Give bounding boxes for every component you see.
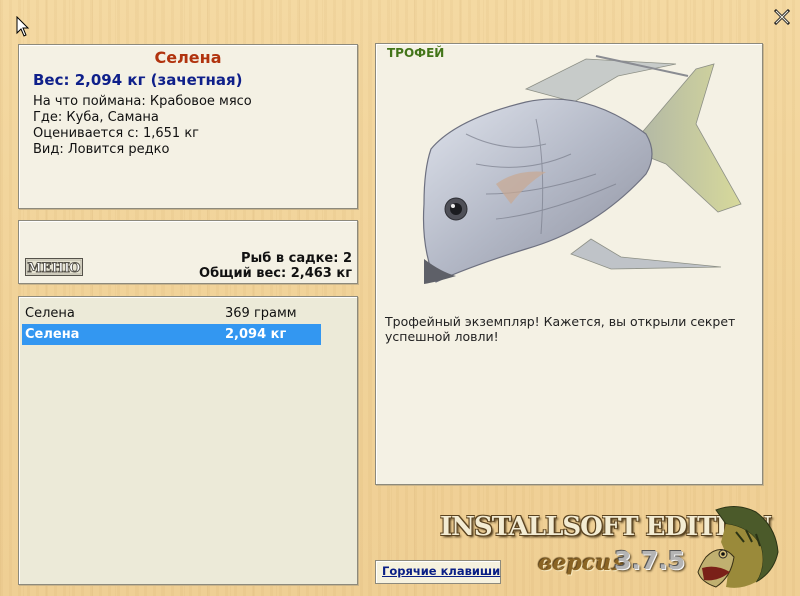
pike-fish-logo <box>697 506 779 588</box>
menu-button-label: МЕНЮ <box>27 261 80 276</box>
fish-name-title: Селена <box>154 48 222 67</box>
fish-valued-from: Оценивается с: 1,651 кг <box>33 126 200 141</box>
fish-location: Где: Куба, Самана <box>33 110 159 125</box>
version-number: 3.7.5 <box>614 546 686 575</box>
fish-weight: Вес: 2,094 кг (зачетная) <box>33 71 243 89</box>
close-icon[interactable] <box>773 8 791 26</box>
trophy-panel: ТРОФЕЙ Трофейный экземпляр! Кажется, вы … <box>375 43 763 485</box>
hotkeys-button-label: Горячие клавиши <box>382 564 501 578</box>
moonfish-image <box>422 55 742 284</box>
menu-button[interactable]: МЕНЮ <box>25 258 83 276</box>
catch-list[interactable]: Селена 369 грамм Селена 2,094 кг <box>18 296 358 585</box>
list-item-name: Селена <box>25 327 80 342</box>
fish-info-panel: Селена Вес: 2,094 кг (зачетная) На что п… <box>18 44 358 209</box>
trophy-label: ТРОФЕЙ <box>387 46 445 60</box>
fish-rarity: Вид: Ловится редко <box>33 142 170 157</box>
list-item-weight: 2,094 кг <box>225 327 287 342</box>
cage-fish-count: Рыб в садке: 2 <box>240 251 352 266</box>
list-item-selected[interactable]: Селена 2,094 кг <box>22 324 321 345</box>
hotkeys-button[interactable]: Горячие клавиши <box>375 560 501 584</box>
cage-total-weight: Общий вес: 2,463 кг <box>199 266 352 281</box>
trophy-message: Трофейный экземпляр! Кажется, вы открыли… <box>385 314 736 344</box>
fish-bait: На что поймана: Крабовое мясо <box>33 94 252 109</box>
list-item-name: Селена <box>25 306 75 321</box>
list-item[interactable]: Селена 369 грамм <box>22 303 321 324</box>
list-item-weight: 369 грамм <box>225 306 297 321</box>
cage-panel: МЕНЮ Рыб в садке: 2 Общий вес: 2,463 кг <box>18 220 358 284</box>
mouse-cursor-icon <box>16 16 30 37</box>
